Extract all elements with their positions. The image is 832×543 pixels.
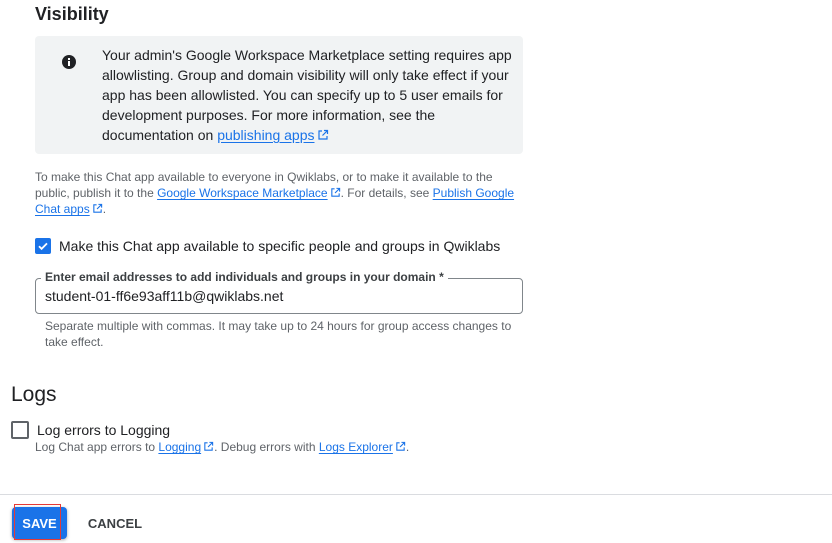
external-link-icon: [396, 441, 406, 451]
notice-text: Your admin's Google Workspace Marketplac…: [102, 45, 512, 145]
external-link-icon: [92, 203, 102, 213]
checkmark-icon: [38, 242, 48, 251]
publish-note-text-3: .: [102, 202, 107, 216]
email-field-label: Enter email addresses to add individuals…: [41, 270, 448, 284]
logs-desc-text-2: . Debug errors with: [214, 440, 319, 454]
save-button[interactable]: SAVE: [12, 507, 67, 539]
cancel-button[interactable]: CANCEL: [80, 507, 150, 539]
specific-people-checkbox-row[interactable]: Make this Chat app available to specific…: [35, 238, 500, 254]
info-icon: [62, 55, 76, 69]
visibility-heading: Visibility: [35, 4, 109, 24]
email-field-hint: Separate multiple with commas. It may ta…: [45, 319, 512, 349]
logs-heading: Logs: [11, 383, 57, 406]
email-field[interactable]: [45, 288, 505, 304]
logging-link[interactable]: Logging: [158, 440, 201, 454]
logs-explorer-link[interactable]: Logs Explorer: [319, 440, 393, 454]
specific-people-checkbox-label: Make this Chat app available to specific…: [59, 238, 501, 254]
publish-note: To make this Chat app available to every…: [35, 169, 525, 217]
publishing-apps-link[interactable]: publishing apps: [217, 127, 314, 143]
logs-description: Log Chat app errors to Logging . Debug er…: [35, 439, 409, 455]
footer-divider: [0, 494, 832, 495]
external-link-icon: [330, 187, 340, 197]
external-link-icon: [204, 441, 214, 451]
log-errors-checkbox-label: Log errors to Logging: [37, 422, 171, 438]
workspace-marketplace-link[interactable]: Google Workspace Marketplace: [157, 186, 328, 200]
publish-note-text-2: . For details, see: [340, 186, 433, 200]
logs-desc-text-3: .: [405, 440, 410, 454]
log-errors-checkbox[interactable]: [11, 421, 29, 439]
specific-people-checkbox[interactable]: [35, 238, 51, 254]
external-link-icon: [317, 129, 328, 140]
logs-desc-text-1: Log Chat app errors to: [35, 440, 159, 454]
allowlisting-notice: Your admin's Google Workspace Marketplac…: [35, 36, 523, 154]
log-errors-checkbox-row[interactable]: Log errors to Logging: [11, 421, 170, 439]
